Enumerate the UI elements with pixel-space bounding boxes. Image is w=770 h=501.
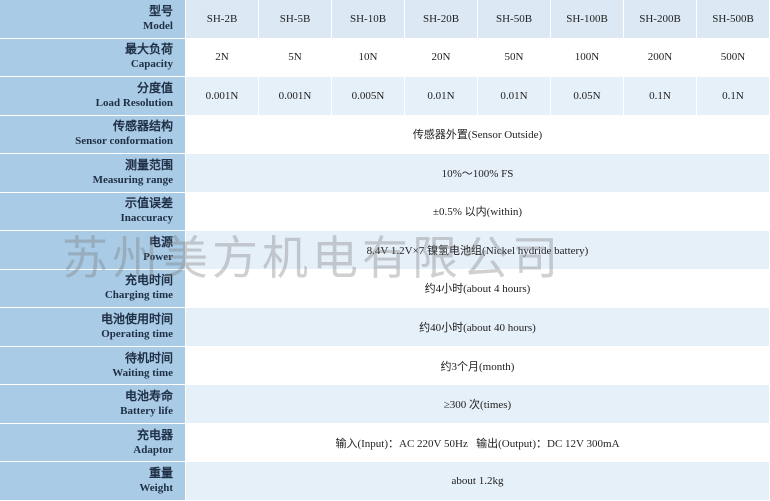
row-charging-time: 充电时间 Charging time 约4小时(about 4 hours) <box>0 269 770 309</box>
sensor-conformation-value: 传感器外置(Sensor Outside) <box>186 115 770 155</box>
row-measuring-range: 测量范围 Measuring range 10%～100% FS <box>0 154 770 193</box>
capacity-cell: 50N <box>478 38 551 78</box>
row-sensor-conformation: 传感器结构 Sensor conformation 传感器外置(Sensor O… <box>0 115 770 155</box>
label-zh: 示值误差 <box>124 196 173 211</box>
label-zh: 电池使用时间 <box>100 312 173 327</box>
capacity-cell: 500N <box>697 38 770 78</box>
model-cell: SH-5B <box>259 0 332 39</box>
capacity-cell: 20N <box>405 38 478 78</box>
waiting-time-value: 约3个月(month) <box>186 346 770 386</box>
label-zh: 重量 <box>148 466 173 481</box>
row-adaptor: 充电器 Adaptor 输入(Input)：AC 220V 50Hz 输出(Ou… <box>0 423 770 463</box>
label-cell: 电源 Power <box>0 231 186 270</box>
spec-table: 型号 Model SH-2B SH-5B SH-10B SH-20B SH-50… <box>0 0 770 501</box>
label-cell: 传感器结构 Sensor conformation <box>0 115 186 155</box>
row-waiting-time: 待机时间 Waiting time 约3个月(month) <box>0 346 770 386</box>
label-cell: 电池使用时间 Operating time <box>0 308 186 347</box>
row-weight: 重量 Weight about 1.2kg <box>0 462 770 501</box>
label-en: Capacity <box>130 58 173 71</box>
resolution-cell: 0.001N <box>259 77 332 116</box>
model-cell: SH-20B <box>405 0 478 39</box>
label-cell: 充电器 Adaptor <box>0 423 186 463</box>
label-en: Inaccuracy <box>120 212 173 225</box>
resolution-cell: 0.005N <box>332 77 405 116</box>
model-cell: SH-200B <box>624 0 697 39</box>
label-cell: 最大负荷 Capacity <box>0 38 186 78</box>
label-cell: 电池寿命 Battery life <box>0 385 186 424</box>
label-cell: 重量 Weight <box>0 462 186 501</box>
capacity-cell: 200N <box>624 38 697 78</box>
label-en: Power <box>143 250 173 263</box>
label-en: Operating time <box>101 328 173 341</box>
label-en: Weight <box>139 482 173 495</box>
label-zh: 待机时间 <box>124 350 173 365</box>
capacity-cell: 10N <box>332 38 405 78</box>
resolution-cell: 0.1N <box>624 77 697 116</box>
model-cell: SH-2B <box>186 0 259 39</box>
label-en: Charging time <box>104 289 173 302</box>
model-cell: SH-50B <box>478 0 551 39</box>
label-en: Model <box>143 19 173 32</box>
inaccuracy-value: ±0.5% 以内(within) <box>186 192 770 232</box>
label-zh: 电源 <box>148 234 173 249</box>
weight-value: about 1.2kg <box>186 462 770 501</box>
label-zh: 分度值 <box>136 80 173 95</box>
model-cell: SH-500B <box>697 0 770 39</box>
label-zh: 测量范围 <box>124 157 173 172</box>
model-cell: SH-10B <box>332 0 405 39</box>
adaptor-value: 输入(Input)：AC 220V 50Hz 输出(Output)：DC 12V… <box>186 423 770 463</box>
model-cell: SH-100B <box>551 0 624 39</box>
label-cell: 充电时间 Charging time <box>0 269 186 309</box>
label-cell: 测量范围 Measuring range <box>0 154 186 193</box>
label-en: Adaptor <box>133 443 173 456</box>
capacity-cell: 2N <box>186 38 259 78</box>
resolution-cell: 0.01N <box>478 77 551 116</box>
label-zh: 充电时间 <box>124 273 173 288</box>
label-en: Load Resolution <box>95 96 173 109</box>
charging-time-value: 约4小时(about 4 hours) <box>186 269 770 309</box>
capacity-cell: 100N <box>551 38 624 78</box>
row-capacity: 最大负荷 Capacity 2N 5N 10N 20N 50N 100N 200… <box>0 38 770 78</box>
label-cell: 待机时间 Waiting time <box>0 346 186 386</box>
row-inaccuracy: 示值误差 Inaccuracy ±0.5% 以内(within) <box>0 192 770 232</box>
row-power: 电源 Power 8.4V 1.2V×7 镍氢电池组(Nickel hydrid… <box>0 231 770 270</box>
power-value: 8.4V 1.2V×7 镍氢电池组(Nickel hydride battery… <box>186 231 770 270</box>
label-zh: 型号 <box>148 3 173 18</box>
resolution-cell: 0.1N <box>697 77 770 116</box>
label-zh: 充电器 <box>136 427 173 442</box>
label-en: Measuring range <box>92 173 173 186</box>
label-en: Battery life <box>120 405 173 418</box>
label-zh: 传感器结构 <box>112 119 173 134</box>
label-cell: 型号 Model <box>0 0 186 39</box>
resolution-cell: 0.05N <box>551 77 624 116</box>
label-en: Sensor conformation <box>75 135 173 148</box>
row-operating-time: 电池使用时间 Operating time 约40小时(about 40 hou… <box>0 308 770 347</box>
label-zh: 最大负荷 <box>124 42 173 57</box>
row-battery-life: 电池寿命 Battery life ≥300 次(times) <box>0 385 770 424</box>
capacity-cell: 5N <box>259 38 332 78</box>
row-load-resolution: 分度值 Load Resolution 0.001N 0.001N 0.005N… <box>0 77 770 116</box>
battery-life-value: ≥300 次(times) <box>186 385 770 424</box>
label-zh: 电池寿命 <box>124 389 173 404</box>
label-cell: 分度值 Load Resolution <box>0 77 186 116</box>
label-cell: 示值误差 Inaccuracy <box>0 192 186 232</box>
operating-time-value: 约40小时(about 40 hours) <box>186 308 770 347</box>
resolution-cell: 0.01N <box>405 77 478 116</box>
row-model: 型号 Model SH-2B SH-5B SH-10B SH-20B SH-50… <box>0 0 770 39</box>
label-en: Waiting time <box>112 366 173 379</box>
measuring-range-value: 10%～100% FS <box>186 154 770 193</box>
resolution-cell: 0.001N <box>186 77 259 116</box>
